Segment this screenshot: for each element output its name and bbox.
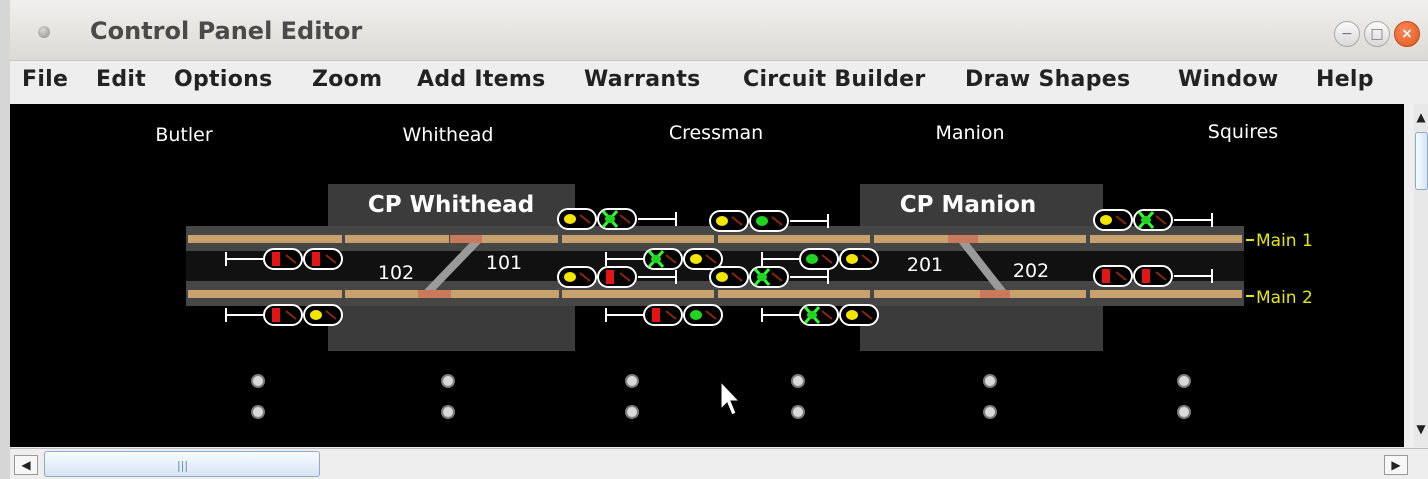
cp-whithead-title: CP Whithead	[368, 192, 534, 218]
menu-draw-shapes[interactable]: Draw Shapes	[965, 67, 1130, 92]
menu-edit[interactable]: Edit	[96, 67, 146, 92]
cp-manion-title: CP Manion	[900, 192, 1037, 218]
station-label-squires: Squires	[1208, 121, 1278, 143]
block-indicator-icon[interactable]	[625, 405, 639, 419]
scroll-down-icon[interactable]: ▼	[1414, 422, 1428, 436]
block-indicator-icon[interactable]	[1177, 405, 1191, 419]
menu-circuit-builder[interactable]: Circuit Builder	[743, 67, 926, 92]
minimize-button[interactable]: −	[1334, 21, 1360, 47]
menu-window[interactable]: Window	[1178, 67, 1278, 92]
switch-label-101: 101	[486, 252, 522, 274]
close-button[interactable]: ×	[1394, 21, 1420, 47]
control-panel-editor-window: Control Panel Editor − □ × File Edit Opt…	[10, 0, 1428, 479]
horizontal-scroll-thumb[interactable]: |||	[44, 451, 320, 477]
signal-head[interactable]	[761, 304, 879, 326]
block-indicator-icon[interactable]	[441, 374, 455, 388]
block-indicator-icon[interactable]	[983, 405, 997, 419]
vertical-scrollbar[interactable]: ▲ ▼	[1414, 104, 1428, 447]
scroll-up-icon[interactable]: ▲	[1414, 110, 1428, 124]
window-menu-icon[interactable]	[38, 26, 50, 38]
scroll-right-icon[interactable]: ▶	[1384, 455, 1408, 475]
switch-label-202: 202	[1013, 260, 1049, 282]
menu-warrants[interactable]: Warrants	[584, 67, 701, 92]
block-indicator-icon[interactable]	[1177, 374, 1191, 388]
title-bar[interactable]: Control Panel Editor − □ ×	[10, 0, 1428, 61]
block-indicator-icon[interactable]	[251, 405, 265, 419]
block-indicator-icon[interactable]	[791, 405, 805, 419]
signal-head[interactable]	[605, 304, 723, 326]
block-indicator-icon[interactable]	[983, 374, 997, 388]
track-label-main-1: Main 1	[1256, 231, 1313, 251]
switch-label-201: 201	[907, 254, 943, 276]
maximize-button[interactable]: □	[1364, 21, 1390, 47]
menu-help[interactable]: Help	[1316, 67, 1374, 92]
block-indicator-icon[interactable]	[625, 374, 639, 388]
horizontal-scrollbar[interactable]: ◀ ||| ▶	[10, 448, 1428, 479]
vertical-scroll-thumb[interactable]	[1415, 132, 1428, 190]
menu-options[interactable]: Options	[174, 67, 272, 92]
scroll-grip-icon: |||	[177, 459, 189, 472]
station-label-manion: Manion	[935, 122, 1004, 144]
mouse-cursor-icon	[720, 380, 741, 416]
block-indicator-icon[interactable]	[251, 374, 265, 388]
station-label-whithead: Whithead	[403, 124, 494, 146]
menu-file[interactable]: File	[22, 67, 68, 92]
station-label-butler: Butler	[155, 124, 212, 146]
scroll-left-icon[interactable]: ◀	[14, 455, 38, 475]
menu-add-items[interactable]: Add Items	[417, 67, 546, 92]
track-label-main-2: Main 2	[1256, 288, 1313, 308]
menu-bar: File Edit Options Zoom Add Items Warrant…	[10, 61, 1428, 103]
menu-zoom[interactable]: Zoom	[312, 67, 382, 92]
block-indicator-icon[interactable]	[441, 405, 455, 419]
signal-head[interactable]	[225, 304, 343, 326]
station-label-cressman: Cressman	[669, 122, 763, 144]
panel-canvas[interactable]: Butler Whithead Cressman Manion Squires …	[10, 104, 1404, 447]
switch-label-102: 102	[378, 262, 414, 284]
block-indicator-icon[interactable]	[791, 374, 805, 388]
window-title: Control Panel Editor	[90, 17, 363, 45]
